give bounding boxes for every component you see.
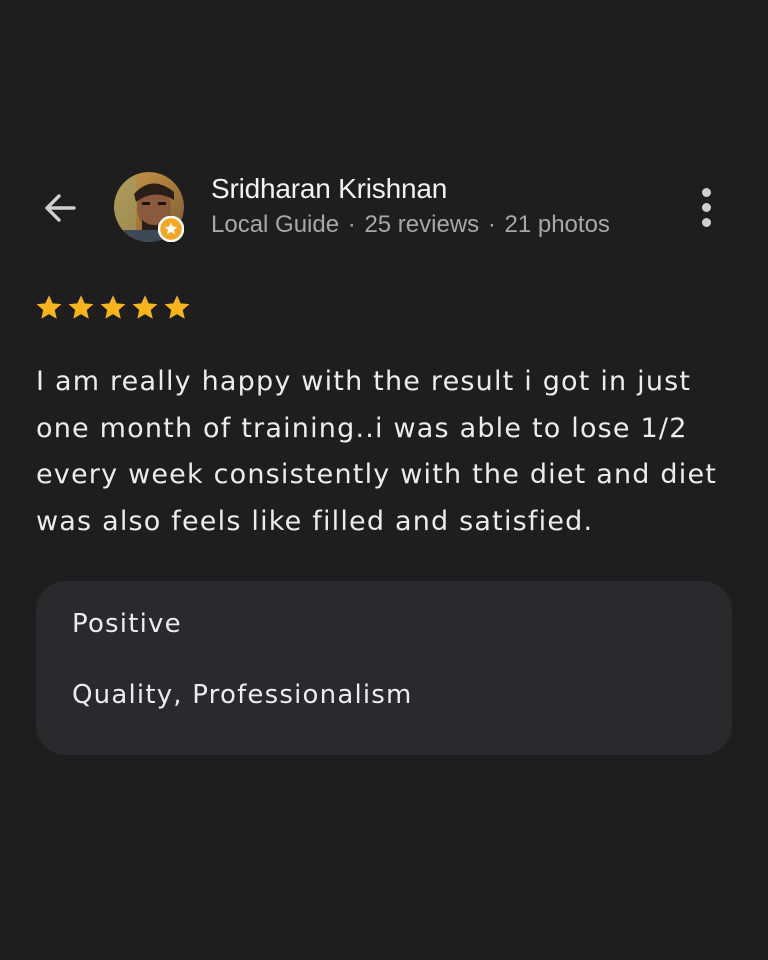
review-count: 25 reviews — [364, 211, 480, 238]
star-icon — [164, 295, 190, 319]
star-icon — [100, 295, 126, 319]
meta-separator: · — [347, 211, 356, 238]
avatar[interactable] — [114, 172, 184, 242]
back-button[interactable] — [34, 182, 86, 234]
star-icon — [68, 295, 94, 319]
tags-values: Quality, Professionalism — [72, 680, 413, 710]
star-rating — [34, 293, 192, 323]
reviewer-meta: Local Guide · 25 reviews · 21 photos — [211, 210, 610, 240]
star-icon — [36, 295, 62, 319]
more-vert-icon — [701, 202, 711, 212]
tags-title: Positive — [72, 609, 182, 639]
more-vert-icon — [701, 217, 711, 227]
star-icon — [132, 295, 158, 319]
meta-separator: · — [487, 211, 496, 238]
review-text: I am really happy with the result i got … — [36, 366, 718, 537]
local-guide-star-icon — [158, 216, 184, 242]
more-vert-icon — [701, 187, 711, 197]
photo-count: 21 photos — [504, 211, 610, 238]
more-options-button[interactable] — [686, 182, 726, 232]
arrow-left-icon — [45, 194, 76, 222]
reviewer-name[interactable]: Sridharan Krishnan — [211, 172, 447, 206]
review-tags-card: Positive Quality, Professionalism — [36, 581, 732, 755]
local-guide-label: Local Guide — [211, 211, 340, 238]
